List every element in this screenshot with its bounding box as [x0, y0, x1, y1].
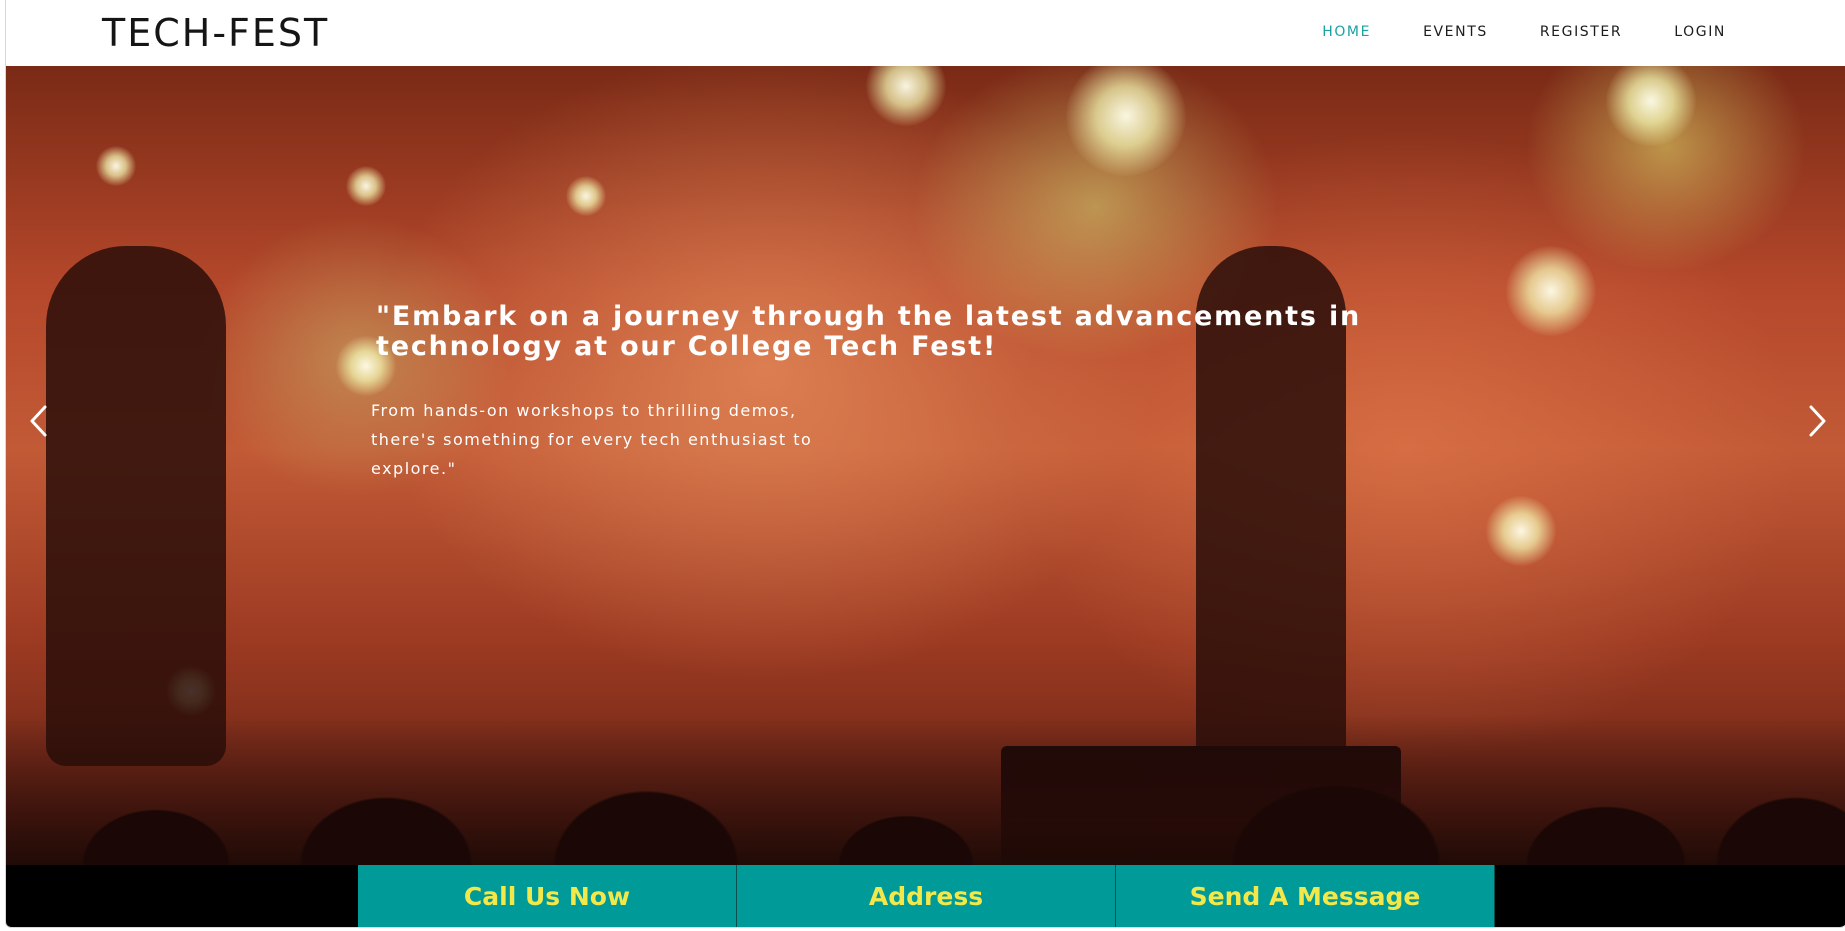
stage-light	[1486, 496, 1556, 566]
carousel-prev-button[interactable]	[16, 386, 60, 456]
navbar: TECH-FEST HOME EVENTS REGISTER LOGIN	[6, 0, 1845, 66]
hero-subtitle: From hands-on workshops to thrilling dem…	[371, 401, 813, 478]
address-button[interactable]: Address	[737, 865, 1116, 927]
crowd-silhouette	[6, 715, 1845, 865]
send-message-button[interactable]: Send A Message	[1116, 865, 1495, 927]
call-us-button[interactable]: Call Us Now	[358, 865, 737, 927]
chevron-left-icon	[30, 405, 47, 437]
nav-home-link[interactable]: HOME	[1322, 22, 1371, 42]
guitarist-silhouette	[46, 246, 226, 766]
stage-light	[866, 66, 946, 126]
page-frame: TECH-FEST HOME EVENTS REGISTER LOGIN "Em…	[5, 0, 1845, 928]
main-nav: HOME EVENTS REGISTER LOGIN	[1270, 22, 1726, 42]
stage-light	[566, 176, 606, 216]
stage-light	[1066, 66, 1186, 176]
chevron-right-icon	[1809, 405, 1826, 437]
contact-bar: Call Us Now Address Send A Message	[6, 865, 1845, 927]
carousel-next-button[interactable]	[1796, 386, 1840, 456]
hero-carousel: "Embark on a journey through the latest …	[6, 66, 1845, 865]
nav-login-link[interactable]: LOGIN	[1674, 22, 1726, 42]
hero-title: "Embark on a journey through the latest …	[376, 301, 1362, 362]
stage-light	[1606, 66, 1696, 146]
nav-register-link[interactable]: REGISTER	[1540, 22, 1622, 42]
brand-logo[interactable]: TECH-FEST	[102, 10, 329, 56]
stage-light	[96, 146, 136, 186]
stage-light	[346, 166, 386, 206]
nav-events-link[interactable]: EVENTS	[1423, 22, 1488, 42]
stage-light	[1506, 246, 1596, 336]
